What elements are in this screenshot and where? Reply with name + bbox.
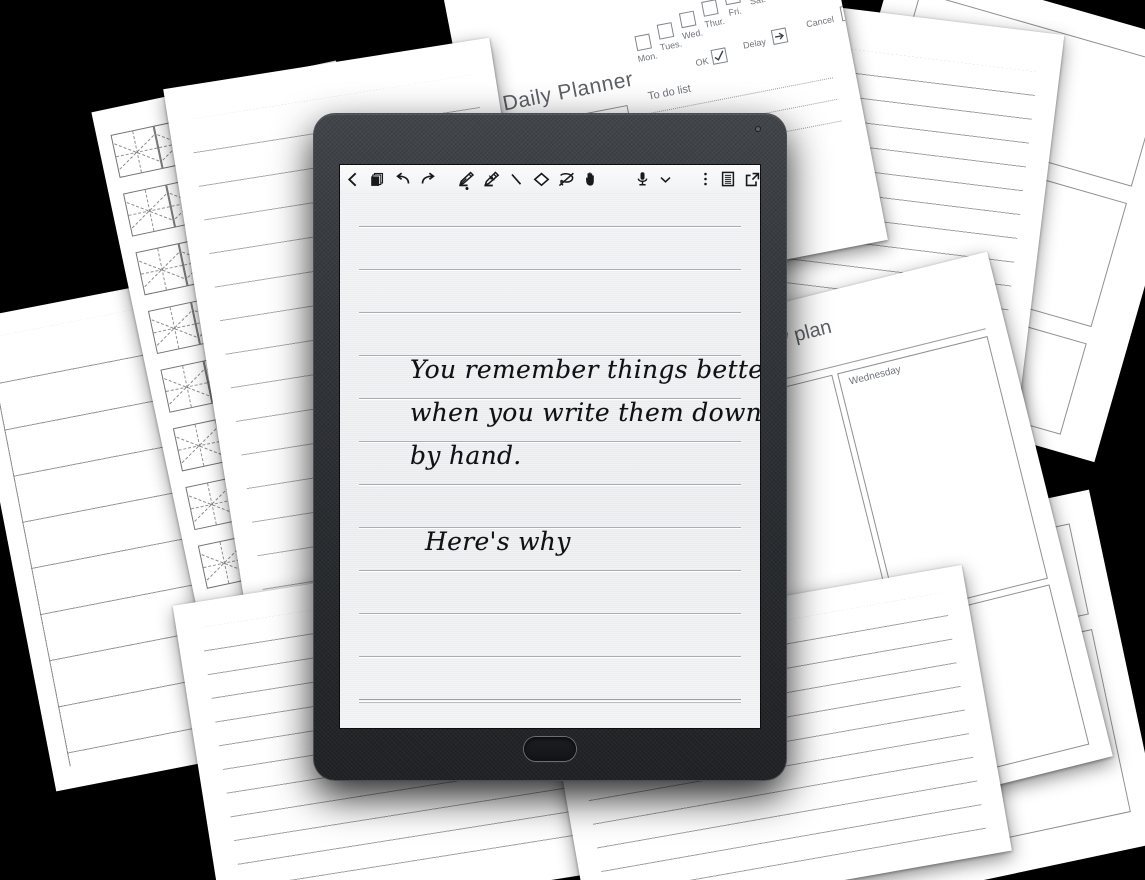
- ruled-line: [359, 269, 741, 270]
- pen-tool-button[interactable]: [454, 165, 479, 193]
- ruled-line: [359, 699, 741, 700]
- undo-button[interactable]: [390, 165, 415, 193]
- day-checkbox-wed[interactable]: [678, 10, 697, 29]
- lasso-select-icon: [558, 172, 574, 186]
- day-label-fri: Fri.: [727, 5, 743, 18]
- status-label-ok: OK: [694, 55, 710, 69]
- pages-stack-icon: [371, 172, 384, 186]
- touch-tool-button[interactable]: [579, 165, 604, 193]
- check-mark-icon: [714, 50, 724, 61]
- toolbar-group-voice: [630, 165, 675, 193]
- line-tool-button[interactable]: [504, 165, 529, 193]
- toolbar-group-navigation: [340, 165, 440, 193]
- day-label-sat: Sat.: [748, 0, 767, 7]
- microphone-menu-button[interactable]: [655, 165, 675, 193]
- app-toolbar: [340, 165, 760, 194]
- ruled-line: [359, 312, 741, 313]
- day-label-thur: Thur.: [703, 15, 726, 30]
- lasso-select-button[interactable]: [554, 165, 579, 193]
- handwritten-line-3: by hand.: [410, 441, 522, 470]
- undo-arrow-icon: [395, 172, 409, 184]
- day-checkbox-tues[interactable]: [656, 22, 675, 40]
- day-checkbox-thur[interactable]: [701, 0, 719, 17]
- status-label-cancel: Cancel: [805, 14, 835, 30]
- arrow-right-icon: [775, 32, 784, 40]
- export-button[interactable]: [740, 165, 760, 193]
- ruled-line: [359, 226, 741, 227]
- day-label-mon: Mon.: [636, 50, 659, 65]
- redo-button[interactable]: [415, 165, 440, 193]
- status-label-delay: Delay: [742, 36, 767, 51]
- ruled-line: [359, 570, 741, 571]
- handwritten-line-2: when you write them down: [410, 398, 760, 427]
- eraser-icon: [533, 172, 550, 186]
- ruled-line: [359, 656, 741, 657]
- eraser-tool-button[interactable]: [529, 165, 554, 193]
- document-button[interactable]: [715, 165, 740, 193]
- microphone-button[interactable]: [630, 165, 655, 193]
- day-checkbox-mon[interactable]: [634, 33, 653, 52]
- day-label-tues: Tues.: [659, 38, 683, 53]
- line-tool-icon: [511, 173, 522, 185]
- brush-pen-icon: [484, 171, 500, 187]
- document-icon: [721, 171, 734, 187]
- home-button[interactable]: [524, 737, 576, 761]
- day-checkbox-fri[interactable]: [723, 0, 741, 6]
- status-checkbox-delay[interactable]: [770, 27, 789, 45]
- hand-touch-icon: [586, 172, 594, 186]
- tablet-screen: You remember things better when you writ…: [340, 165, 760, 728]
- scene: Weekly plan Week of: Tuesday Wednesday d…: [0, 0, 1145, 880]
- handwritten-line-1: You remember things better: [410, 355, 760, 384]
- back-button[interactable]: [340, 165, 365, 193]
- more-menu-button[interactable]: [695, 165, 715, 193]
- export-share-icon: [745, 172, 760, 186]
- ruled-line: [359, 484, 741, 485]
- brush-tool-button[interactable]: [479, 165, 504, 193]
- status-checkbox-ok[interactable]: [710, 47, 729, 65]
- handwritten-line-4: Here's why: [425, 527, 571, 556]
- daily-planner-todo-label: To do list: [647, 82, 693, 103]
- day-label-wed: Wed.: [681, 27, 704, 42]
- chevron-left-icon: [347, 172, 357, 186]
- kebab-menu-icon: [703, 172, 707, 186]
- ruled-line: [359, 613, 741, 614]
- tablet-device: You remember things better when you writ…: [313, 113, 787, 781]
- camera-dot-icon: [756, 127, 760, 131]
- pages-button[interactable]: [365, 165, 390, 193]
- pen-icon: [459, 171, 475, 187]
- microphone-icon: [637, 172, 648, 186]
- chevron-down-icon: [659, 176, 671, 183]
- note-canvas[interactable]: You remember things better when you writ…: [340, 193, 760, 728]
- redo-arrow-icon: [421, 172, 435, 184]
- toolbar-group-tools: [454, 165, 604, 193]
- toolbar-group-document: [695, 165, 760, 193]
